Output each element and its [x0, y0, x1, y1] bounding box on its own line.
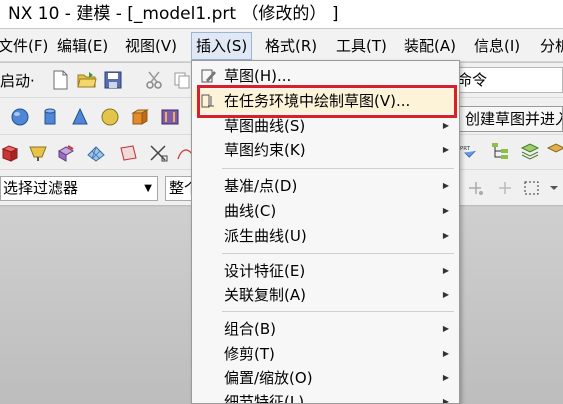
bounded-plane-icon[interactable]	[118, 143, 138, 163]
menu-item-curve[interactable]: 曲线(C) ▶	[192, 199, 459, 223]
open-folder-icon[interactable]	[77, 70, 97, 90]
trim-body-icon[interactable]	[148, 143, 168, 163]
submenu-arrow-icon: ▶	[442, 145, 449, 154]
new-file-icon[interactable]	[50, 70, 70, 90]
save-icon[interactable]	[103, 70, 123, 90]
menu-separator	[222, 311, 454, 312]
point-constructor-icon[interactable]	[495, 178, 515, 198]
layer-icon[interactable]	[546, 141, 563, 161]
shell-icon[interactable]	[56, 143, 76, 163]
selection-filter-value: 选择过滤器	[3, 179, 79, 197]
rectangle-select-icon[interactable]	[522, 178, 542, 198]
menu-tools[interactable]: 工具(T)	[332, 32, 391, 60]
sphere-icon[interactable]	[100, 107, 120, 127]
assembly-tree-icon[interactable]	[490, 141, 510, 161]
menu-analysis[interactable]: 分析	[536, 32, 563, 60]
menu-item-offset-scale[interactable]: 偏置/缩放(O) ▶	[192, 366, 459, 390]
submenu-arrow-icon: ▶	[442, 397, 449, 404]
submenu-arrow-icon: ▶	[442, 206, 449, 215]
sketch-icon	[200, 67, 218, 85]
command-finder-input[interactable]: 命令	[452, 67, 563, 93]
menu-edit[interactable]: 编辑(E)	[53, 32, 112, 60]
submenu-arrow-icon: ▶	[442, 373, 449, 382]
submenu-arrow-icon: ▶	[442, 324, 449, 333]
svg-text:PRT: PRT	[460, 146, 471, 152]
menu-file[interactable]: 文件(F)	[0, 32, 52, 60]
window-title: NX 10 - 建模 - [_model1.prt （修改的） ]	[0, 0, 563, 28]
copy-icon[interactable]	[172, 70, 192, 90]
start-menu-button[interactable]: 启动·	[0, 70, 35, 91]
layer-settings-icon[interactable]	[520, 141, 540, 161]
menu-bar: 文件(F) 编辑(E) 视图(V) 插入(S) 格式(R) 工具(T) 装配(A…	[0, 29, 563, 62]
submenu-arrow-icon: ▶	[442, 231, 449, 240]
cylinder-icon[interactable]	[40, 107, 60, 127]
cut-icon[interactable]	[144, 70, 164, 90]
menu-separator	[222, 168, 454, 169]
command-tooltip: 创建草图并进入	[458, 106, 563, 132]
cone-icon[interactable]	[70, 107, 90, 127]
menu-format[interactable]: 格式(R)	[261, 32, 321, 60]
menu-item-detail-feature[interactable]: 细节特征(L) ▶	[192, 390, 459, 404]
selection-filter-dropdown[interactable]: 选择过滤器 ▼	[0, 176, 158, 201]
extrude-icon[interactable]	[130, 107, 150, 127]
revolve-icon[interactable]	[160, 107, 180, 127]
menu-view[interactable]: 视图(V)	[121, 32, 181, 60]
snap-point-icon[interactable]	[466, 178, 486, 198]
submenu-arrow-icon: ▶	[442, 290, 449, 299]
highlight-annotation-box	[197, 85, 457, 118]
submenu-arrow-icon: ▶	[442, 181, 449, 190]
prt-icon[interactable]: PRT	[460, 141, 486, 161]
menu-item-derived-curve[interactable]: 派生曲线(U) ▶	[192, 224, 459, 248]
submenu-arrow-icon: ▶	[442, 349, 449, 358]
sphere-feature-icon[interactable]	[10, 107, 30, 127]
mesh-surface-icon[interactable]	[86, 143, 106, 163]
menu-assembly[interactable]: 装配(A)	[400, 32, 460, 60]
menu-item-design-feature[interactable]: 设计特征(E) ▶	[192, 259, 459, 283]
menu-information[interactable]: 信息(I)	[470, 32, 524, 60]
menu-separator	[222, 253, 454, 254]
menu-item-datum-point[interactable]: 基准/点(D) ▶	[192, 174, 459, 198]
chevron-down-icon: ▼	[144, 183, 152, 194]
menu-item-trim[interactable]: 修剪(T) ▶	[192, 342, 459, 366]
box-feature-icon[interactable]	[0, 143, 20, 163]
draft-face-icon[interactable]	[28, 143, 48, 163]
menu-item-combine[interactable]: 组合(B) ▶	[192, 317, 459, 341]
submenu-arrow-icon: ▶	[442, 266, 449, 275]
menu-insert[interactable]: 插入(S)	[191, 32, 253, 60]
menu-item-sketch-constraint[interactable]: 草图约束(K) ▶	[192, 138, 459, 162]
menu-item-associative-copy[interactable]: 关联复制(A) ▶	[192, 283, 459, 307]
chevron-down-icon[interactable]	[544, 178, 558, 198]
